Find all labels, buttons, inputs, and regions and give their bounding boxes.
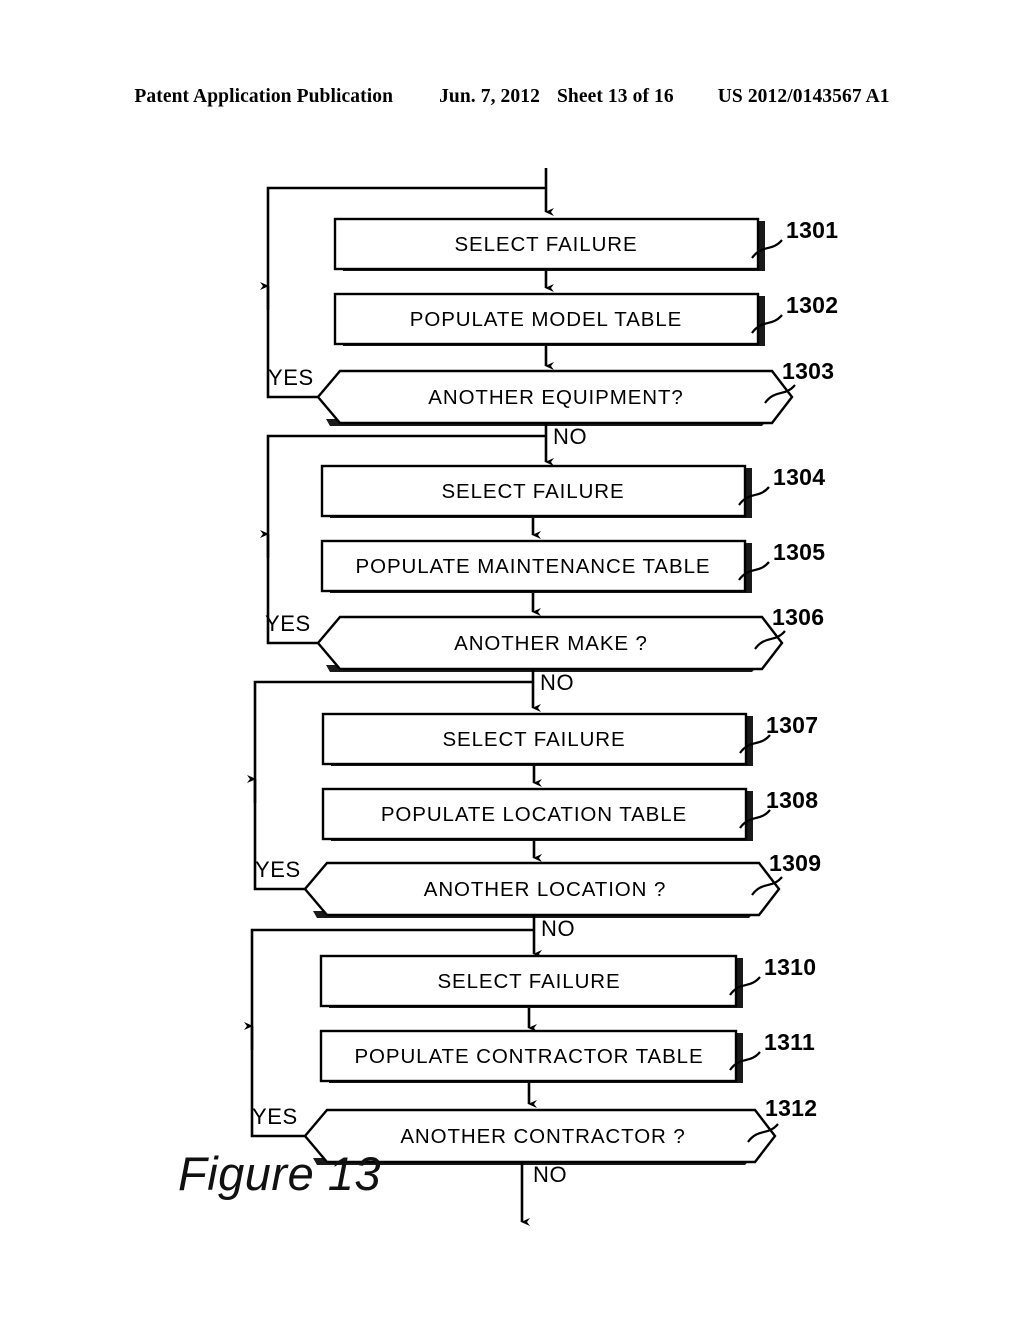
no-label-1: NO [553, 424, 587, 449]
reference-number-1310: 1310 [764, 954, 816, 980]
process-label-1301: SELECT FAILURE [454, 233, 637, 256]
process-box-populate-1[interactable]: POPULATE MODEL TABLE 1302 [333, 292, 838, 346]
process-label-1304: SELECT FAILURE [441, 480, 624, 503]
decision-label-1309: ANOTHER LOCATION ? [424, 878, 667, 901]
figure-caption: Figure 13 [178, 1147, 382, 1200]
reference-number-1311: 1311 [764, 1029, 815, 1055]
process-label-1307: SELECT FAILURE [442, 728, 625, 751]
process-label-1311: POPULATE CONTRACTOR TABLE [354, 1045, 703, 1068]
process-label-1310: SELECT FAILURE [437, 970, 620, 993]
decision-box-3[interactable]: ANOTHER LOCATION ? 1309 [303, 850, 821, 918]
reference-number-1301: 1301 [786, 217, 838, 243]
decision-box-1[interactable]: ANOTHER EQUIPMENT? 1303 [316, 358, 834, 426]
process-box-select-failure-3[interactable]: SELECT FAILURE 1307 [321, 712, 818, 766]
flow-section-2: YES SELECT FAILURE 1304 POPULATE MAINTEN… [260, 434, 825, 712]
process-box-populate-3[interactable]: POPULATE LOCATION TABLE 1308 [321, 787, 818, 841]
reference-number-1303: 1303 [782, 358, 834, 384]
flowchart-diagram: YES SELECT FAILURE 1301 POPULATE MODEL T… [244, 168, 838, 1226]
reference-number-1306: 1306 [772, 604, 824, 630]
reference-number-1309: 1309 [769, 850, 821, 876]
yes-label-3: YES [255, 857, 301, 882]
reference-number-1308: 1308 [766, 787, 818, 813]
flow-section-3: YES SELECT FAILURE 1307 POPULATE LOCATIO… [247, 680, 821, 958]
decision-label-1312: ANOTHER CONTRACTOR ? [400, 1125, 685, 1148]
no-label-3: NO [541, 916, 575, 941]
decision-label-1306: ANOTHER MAKE ? [454, 632, 648, 655]
reference-number-1312: 1312 [765, 1095, 817, 1121]
flow-section-1: YES SELECT FAILURE 1301 POPULATE MODEL T… [260, 168, 838, 466]
reference-number-1302: 1302 [786, 292, 838, 318]
process-label-1305: POPULATE MAINTENANCE TABLE [356, 555, 711, 578]
no-label-4: NO [533, 1162, 567, 1187]
process-box-populate-4[interactable]: POPULATE CONTRACTOR TABLE 1311 [319, 1029, 815, 1083]
reference-number-1305: 1305 [773, 539, 825, 565]
decision-box-4[interactable]: ANOTHER CONTRACTOR ? 1312 [303, 1095, 817, 1165]
process-label-1308: POPULATE LOCATION TABLE [381, 803, 687, 826]
yes-label-2: YES [265, 611, 311, 636]
process-box-select-failure-4[interactable]: SELECT FAILURE 1310 [319, 954, 816, 1008]
process-box-select-failure-1[interactable]: SELECT FAILURE 1301 [333, 217, 838, 271]
process-box-populate-2[interactable]: POPULATE MAINTENANCE TABLE 1305 [320, 539, 825, 593]
decision-label-1303: ANOTHER EQUIPMENT? [428, 386, 683, 409]
process-label-1302: POPULATE MODEL TABLE [410, 308, 682, 331]
process-box-select-failure-2[interactable]: SELECT FAILURE 1304 [320, 464, 825, 518]
yes-label-4: YES [252, 1104, 298, 1129]
reference-number-1304: 1304 [773, 464, 825, 490]
reference-number-1307: 1307 [766, 712, 818, 738]
no-label-2: NO [540, 670, 574, 695]
yes-label-1: YES [268, 365, 314, 390]
decision-box-2[interactable]: ANOTHER MAKE ? 1306 [316, 604, 824, 672]
